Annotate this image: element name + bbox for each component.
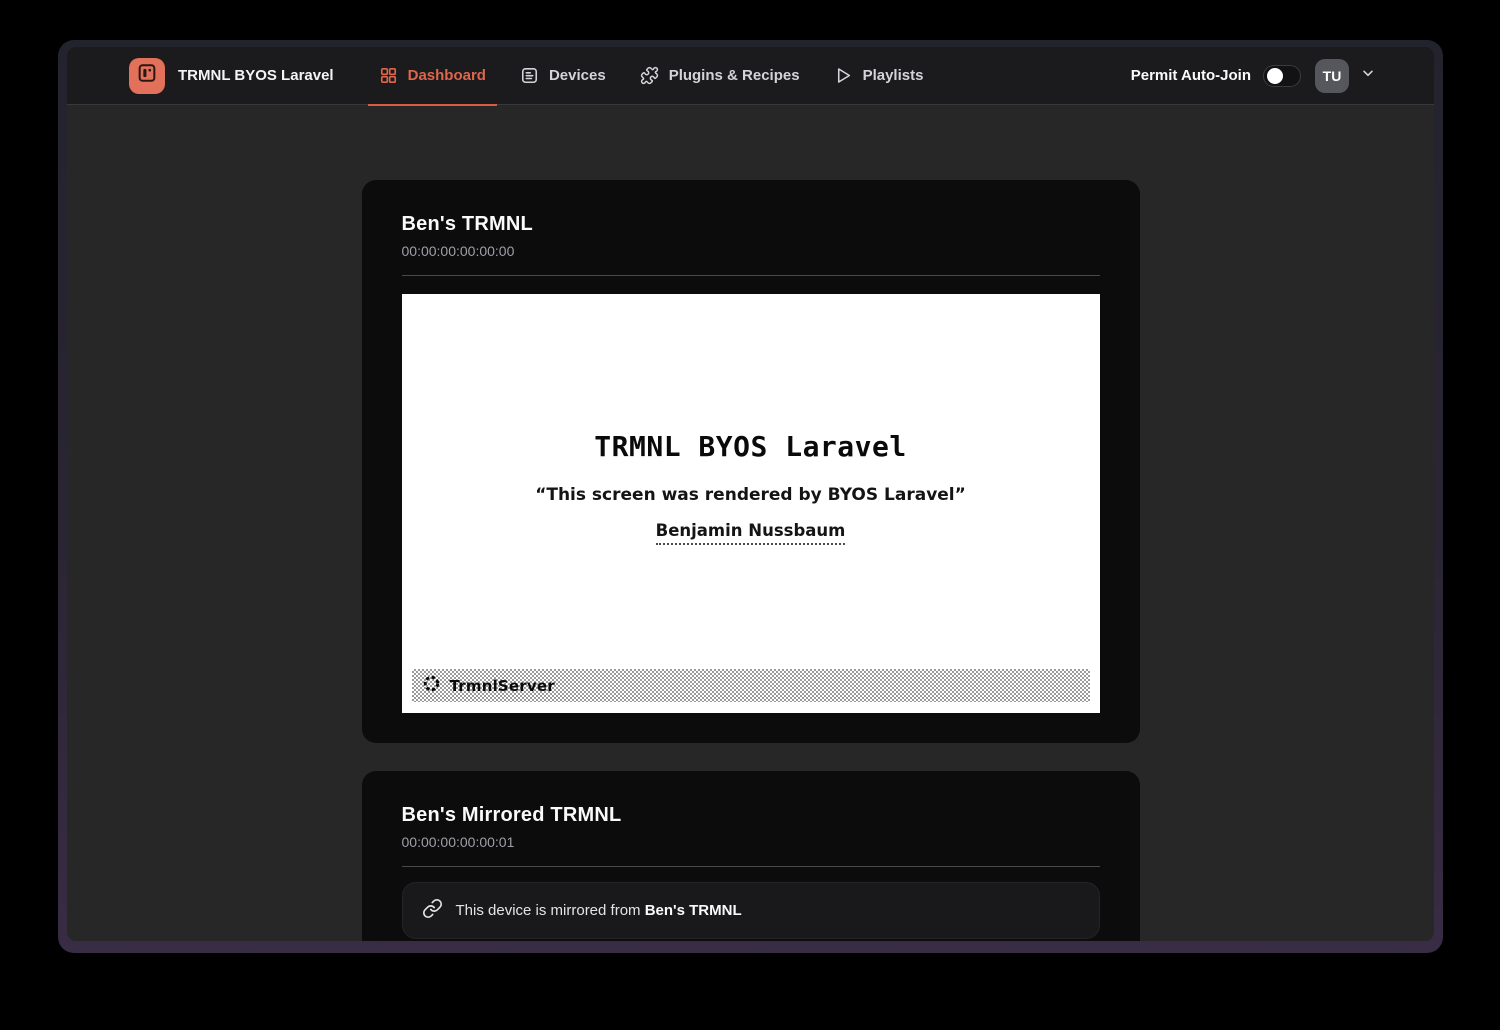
puzzle-icon bbox=[640, 66, 659, 85]
card-divider bbox=[402, 866, 1100, 867]
mirror-info-box: This device is mirrored from Ben's TRMNL bbox=[402, 882, 1100, 939]
dashboard-grid-icon bbox=[379, 66, 398, 85]
nav-item-dashboard[interactable]: Dashboard bbox=[368, 47, 497, 105]
screen-plugin-label: TrmnlServer bbox=[450, 677, 555, 695]
user-menu-chevron[interactable] bbox=[1360, 65, 1376, 86]
device-mac-address: 00:00:00:00:00:01 bbox=[402, 834, 1100, 850]
dashboard-content: Ben's TRMNL 00:00:00:00:00:00 TRMNL BYOS… bbox=[67, 105, 1434, 941]
nav-label: Playlists bbox=[863, 67, 924, 84]
nav-item-devices[interactable]: Devices bbox=[509, 47, 617, 105]
screen-heading: TRMNL BYOS Laravel bbox=[402, 294, 1100, 461]
main-nav: Dashboard Devices bbox=[356, 47, 935, 105]
trmnl-device-icon bbox=[136, 62, 158, 89]
screen-quote: “This screen was rendered by BYOS Larave… bbox=[402, 485, 1100, 505]
mirror-source-device: Ben's TRMNL bbox=[645, 902, 742, 919]
top-navbar: TRMNL BYOS Laravel Dashboard bbox=[67, 47, 1434, 105]
app-window: TRMNL BYOS Laravel Dashboard bbox=[67, 47, 1434, 941]
nav-item-playlists[interactable]: Playlists bbox=[823, 47, 935, 105]
permit-auto-join-toggle[interactable] bbox=[1263, 65, 1301, 87]
device-list-icon bbox=[520, 66, 539, 85]
device-name: Ben's TRMNL bbox=[402, 213, 1100, 236]
mirror-note-text: This device is mirrored from Ben's TRMNL bbox=[456, 902, 742, 919]
card-divider bbox=[402, 275, 1100, 276]
app-title: TRMNL BYOS Laravel bbox=[178, 67, 334, 84]
nav-item-plugins-recipes[interactable]: Plugins & Recipes bbox=[629, 47, 811, 105]
device-name: Ben's Mirrored TRMNL bbox=[402, 804, 1100, 827]
screen-plugin-titlebar: TrmnlServer bbox=[412, 669, 1090, 702]
mirror-note-prefix: This device is mirrored from bbox=[456, 902, 645, 919]
screen-author-row: Benjamin Nussbaum bbox=[402, 521, 1100, 545]
nav-label: Plugins & Recipes bbox=[669, 67, 800, 84]
eink-screen-preview: TRMNL BYOS Laravel “This screen was rend… bbox=[402, 294, 1100, 713]
browser-window-frame: TRMNL BYOS Laravel Dashboard bbox=[58, 40, 1443, 953]
screen-author: Benjamin Nussbaum bbox=[656, 521, 846, 545]
nav-label: Devices bbox=[549, 67, 606, 84]
device-mac-address: 00:00:00:00:00:00 bbox=[402, 243, 1100, 259]
app-logo[interactable] bbox=[129, 58, 165, 94]
device-card-bens-mirrored-trmnl: Ben's Mirrored TRMNL 00:00:00:00:00:01 T… bbox=[362, 771, 1140, 941]
spinner-icon bbox=[422, 674, 441, 698]
toggle-knob bbox=[1267, 68, 1283, 84]
permit-auto-join-label: Permit Auto-Join bbox=[1131, 67, 1251, 84]
user-avatar[interactable]: TU bbox=[1315, 59, 1349, 93]
link-icon bbox=[422, 898, 443, 924]
header-right-cluster: Permit Auto-Join TU bbox=[1131, 59, 1376, 93]
chevron-down-icon bbox=[1360, 65, 1376, 86]
play-icon bbox=[834, 66, 853, 85]
device-card-bens-trmnl: Ben's TRMNL 00:00:00:00:00:00 TRMNL BYOS… bbox=[362, 180, 1140, 743]
nav-label: Dashboard bbox=[408, 67, 486, 84]
